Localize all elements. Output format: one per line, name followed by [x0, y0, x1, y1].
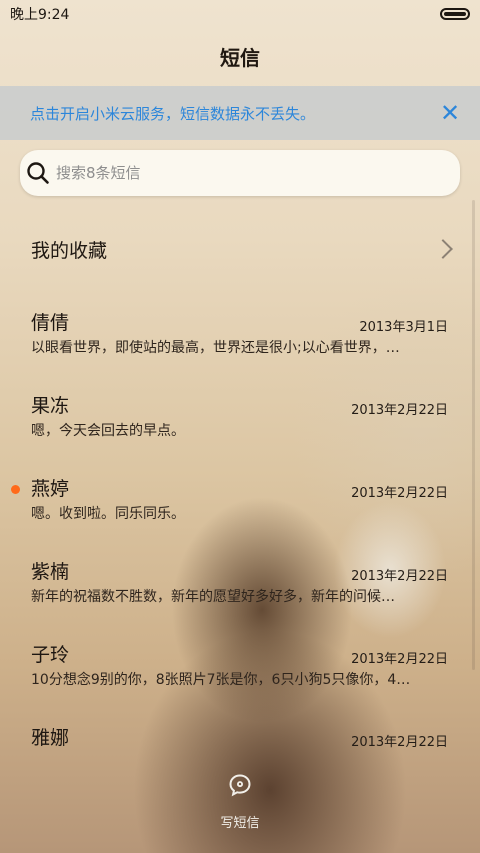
- unread-dot: [11, 485, 20, 494]
- message-date: 2013年2月22日: [351, 735, 448, 750]
- favorites-row[interactable]: 我的收藏: [0, 218, 480, 280]
- message-preview: 新年的祝福数不胜数，新年的愿望好多好多，新年的问候…: [31, 589, 395, 605]
- conversation-item[interactable]: 燕婷 2013年2月22日 嗯。收到啦。同乐同乐。: [0, 446, 480, 529]
- contact-name: 子玲: [31, 644, 70, 666]
- search-input[interactable]: [54, 163, 460, 183]
- message-preview: 嗯。收到啦。同乐同乐。: [31, 506, 185, 522]
- contact-name: 紫楠: [31, 561, 70, 583]
- favorites-label: 我的收藏: [31, 239, 108, 262]
- search-icon: [27, 162, 49, 184]
- conversation-item[interactable]: 雅娜 2013年2月22日: [0, 695, 480, 778]
- message-preview: 10分想念9别的你，8张照片7张是你，6只小狗5只像你，4…: [31, 672, 411, 688]
- status-bar: 晚上9:24: [0, 0, 480, 28]
- contact-name: 果冻: [31, 395, 70, 417]
- compose-label: 写短信: [220, 816, 260, 831]
- battery-icon: [440, 8, 470, 20]
- status-time: 晚上9:24: [10, 7, 70, 23]
- message-date: 2013年2月22日: [351, 486, 448, 501]
- contact-name: 倩倩: [31, 312, 70, 334]
- conversation-item[interactable]: 倩倩 2013年3月1日 以眼看世界，即使站的最高，世界还是很小;以心看世界，…: [0, 280, 480, 363]
- chevron-right-icon: [433, 239, 453, 259]
- close-icon[interactable]: ✕: [438, 101, 462, 125]
- message-preview: 嗯，今天会回去的早点。: [31, 423, 185, 439]
- cloud-service-banner[interactable]: 点击开启小米云服务，短信数据永不丢失。 ✕: [0, 86, 480, 140]
- banner-text[interactable]: 点击开启小米云服务，短信数据永不丢失。: [30, 103, 438, 124]
- compose-button[interactable]: 写短信: [204, 772, 276, 834]
- contact-name: 雅娜: [31, 727, 70, 749]
- message-date: 2013年2月22日: [351, 403, 448, 418]
- conversation-item[interactable]: 子玲 2013年2月22日 10分想念9别的你，8张照片7张是你，6只小狗5只像…: [0, 612, 480, 695]
- conversation-item[interactable]: 紫楠 2013年2月22日 新年的祝福数不胜数，新年的愿望好多好多，新年的问候…: [0, 529, 480, 612]
- message-date: 2013年2月22日: [351, 569, 448, 584]
- compose-message-icon: [229, 774, 251, 797]
- message-preview: 以眼看世界，即使站的最高，世界还是很小;以心看世界，…: [31, 340, 400, 356]
- search-bar[interactable]: [20, 150, 460, 196]
- contact-name: 燕婷: [31, 478, 70, 500]
- conversation-item[interactable]: 果冻 2013年2月22日 嗯，今天会回去的早点。: [0, 363, 480, 446]
- scrollbar[interactable]: [472, 200, 475, 670]
- message-date: 2013年3月1日: [359, 320, 448, 335]
- message-date: 2013年2月22日: [351, 652, 448, 667]
- page-title: 短信: [220, 46, 260, 70]
